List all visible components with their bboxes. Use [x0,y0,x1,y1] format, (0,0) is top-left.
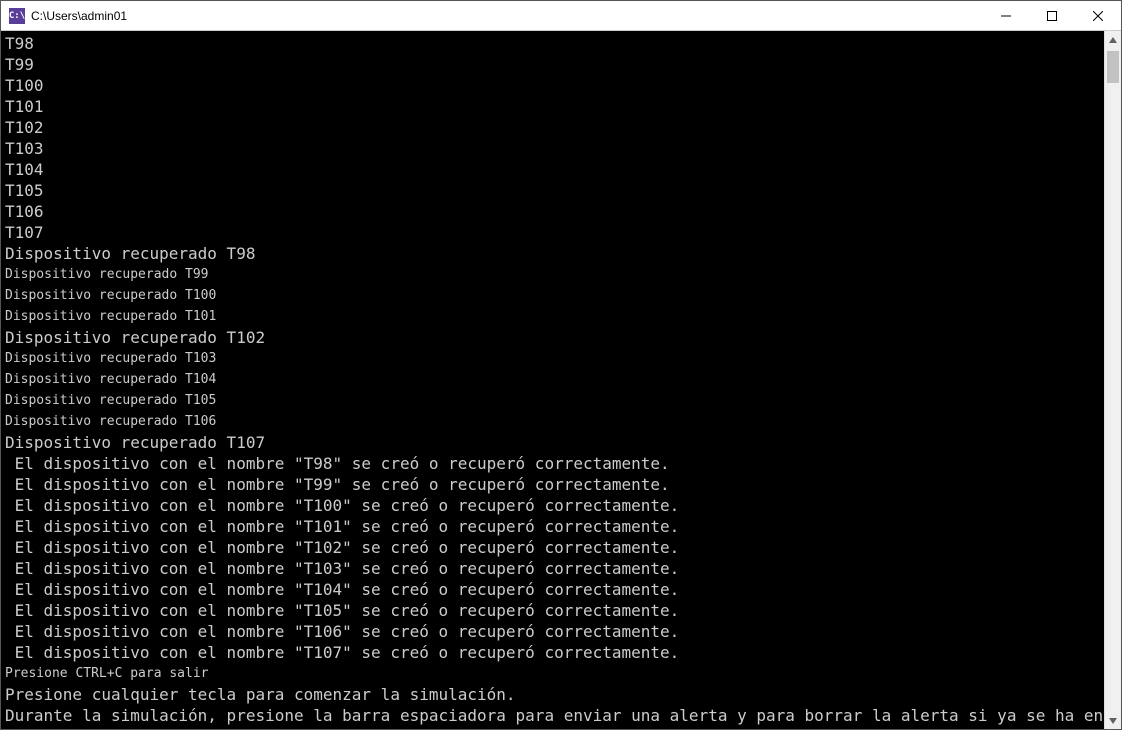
console-line: T104 [5,159,1100,180]
vertical-scrollbar[interactable] [1104,31,1121,729]
console-line: Presione CTRL+C para salir [5,663,1100,684]
scrollbar-thumb[interactable] [1107,51,1119,83]
page-edge [0,730,1122,735]
console-line: T99 [5,54,1100,75]
console-line: T106 [5,201,1100,222]
console-line: Dispositivo recuperado T103 [5,348,1100,369]
console-line: Dispositivo recuperado T101 [5,306,1100,327]
console-line: T101 [5,96,1100,117]
window-titlebar[interactable]: C:\ C:\Users\admin01 [1,1,1121,31]
scrollbar-down-arrow-icon[interactable] [1105,712,1121,729]
console-line: El dispositivo con el nombre "T100" se c… [5,495,1100,516]
console-window: C:\ C:\Users\admin01 T98T99T100T101T102T… [0,0,1122,730]
console-line: T103 [5,138,1100,159]
console-line: Dispositivo recuperado T98 [5,243,1100,264]
console-line: Dispositivo recuperado T105 [5,390,1100,411]
console-line: El dispositivo con el nombre "T106" se c… [5,621,1100,642]
minimize-button[interactable] [983,1,1029,31]
console-line: El dispositivo con el nombre "T104" se c… [5,579,1100,600]
console-line: Dispositivo recuperado T99 [5,264,1100,285]
console-line: Presione cualquier tecla para comenzar l… [5,684,1100,705]
console-output[interactable]: T98T99T100T101T102T103T104T105T106T107Di… [1,31,1104,729]
console-line: El dispositivo con el nombre "T105" se c… [5,600,1100,621]
window-title: C:\Users\admin01 [31,9,127,23]
client-area: T98T99T100T101T102T103T104T105T106T107Di… [1,31,1121,729]
console-line: Dispositivo recuperado T106 [5,411,1100,432]
maximize-button[interactable] [1029,1,1075,31]
console-line: El dispositivo con el nombre "T98" se cr… [5,453,1100,474]
console-line: Durante la simulación, presione la barra… [5,705,1100,726]
scrollbar-up-arrow-icon[interactable] [1105,31,1121,48]
console-line: T107 [5,222,1100,243]
console-line: T102 [5,117,1100,138]
console-line: Dispositivo recuperado T107 [5,432,1100,453]
console-line: El dispositivo con el nombre "T101" se c… [5,516,1100,537]
console-line: Dispositivo recuperado T102 [5,327,1100,348]
console-line: El dispositivo con el nombre "T102" se c… [5,537,1100,558]
console-line: El dispositivo con el nombre "T99" se cr… [5,474,1100,495]
console-line: T98 [5,33,1100,54]
console-line: El dispositivo con el nombre "T107" se c… [5,642,1100,663]
console-line: Dispositivo recuperado T100 [5,285,1100,306]
console-line: T100 [5,75,1100,96]
console-line: Dispositivo recuperado T104 [5,369,1100,390]
close-button[interactable] [1075,1,1121,31]
app-icon: C:\ [9,8,25,24]
console-line: El dispositivo con el nombre "T103" se c… [5,558,1100,579]
console-line: T105 [5,180,1100,201]
